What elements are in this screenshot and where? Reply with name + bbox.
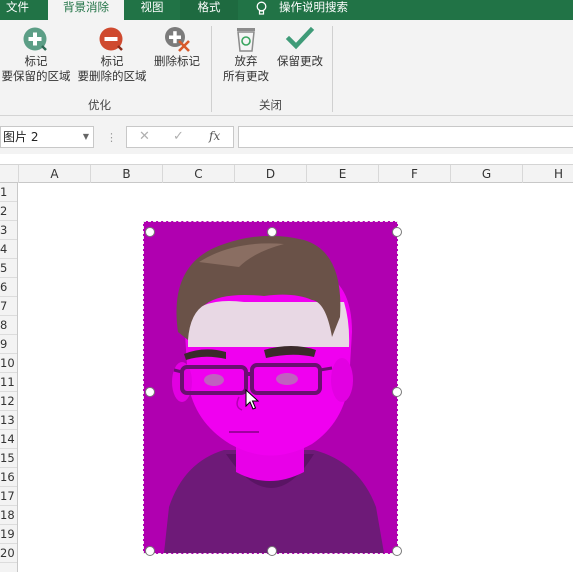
row-header[interactable]: 20 xyxy=(0,544,17,563)
column-headers: A B C D E F G H xyxy=(0,164,573,183)
row-header[interactable]: 17 xyxy=(0,487,17,506)
discard-label-1: 放弃 xyxy=(234,54,258,68)
mark-areas-to-remove-button[interactable]: 标记 要删除的区域 xyxy=(76,24,148,94)
recycle-bin-icon xyxy=(237,28,255,52)
column-header-a[interactable]: A xyxy=(18,165,90,183)
delete-mark-button[interactable]: 删除标记 xyxy=(150,24,204,94)
mark-keep-label-2: 要保留的区域 xyxy=(1,69,71,83)
mouse-pointer-icon xyxy=(245,389,259,410)
avatar-illustration xyxy=(144,222,397,553)
formula-buttons: ✕ ✓ fx xyxy=(126,126,234,148)
mark-keep-label-1: 标记 xyxy=(24,54,48,68)
tab-file[interactable]: 文件 xyxy=(6,0,29,20)
column-header-e[interactable]: E xyxy=(306,165,378,183)
row-header[interactable]: 6 xyxy=(0,278,17,297)
mark-areas-to-keep-button[interactable]: 标记 要保留的区域 xyxy=(0,24,72,94)
column-header-d[interactable]: D xyxy=(234,165,306,183)
insert-function-icon[interactable]: fx xyxy=(209,129,220,143)
tab-format[interactable]: 格式 xyxy=(180,0,238,20)
column-header-g[interactable]: G xyxy=(450,165,522,183)
row-header[interactable]: 5 xyxy=(0,259,17,278)
discard-label-2: 所有更改 xyxy=(223,69,269,83)
group-separator xyxy=(332,26,333,112)
cancel-icon[interactable]: ✕ xyxy=(139,129,150,144)
row-header[interactable]: 10 xyxy=(0,354,17,373)
delete-mark-label: 删除标记 xyxy=(154,54,200,68)
row-header[interactable]: 13 xyxy=(0,411,17,430)
mark-remove-label-2: 要删除的区域 xyxy=(77,69,147,83)
formula-input[interactable] xyxy=(238,126,573,148)
resize-handle-top-right[interactable] xyxy=(392,227,402,237)
group-label-close: 关闭 xyxy=(259,98,282,112)
picture-selection[interactable] xyxy=(143,221,402,556)
mark-remove-label-1: 标记 xyxy=(100,54,124,68)
row-header[interactable]: 9 xyxy=(0,335,17,354)
tell-me-search[interactable]: 操作说明搜索 xyxy=(279,0,348,20)
ribbon-panel: 标记 要保留的区域 标记 要删除的区域 删除标记 放弃 所有更改 保留更改 优化… xyxy=(0,20,573,116)
column-header-b[interactable]: B xyxy=(90,165,162,183)
row-headers: 1 2 3 4 5 6 7 8 9 10 11 12 13 14 15 16 1… xyxy=(0,183,18,572)
row-header[interactable]: 7 xyxy=(0,297,17,316)
column-header-h[interactable]: H xyxy=(522,165,573,183)
row-header[interactable]: 2 xyxy=(0,202,17,221)
row-header[interactable]: 15 xyxy=(0,449,17,468)
row-header[interactable]: 12 xyxy=(0,392,17,411)
keep-changes-label: 保留更改 xyxy=(277,54,323,68)
row-header[interactable]: 4 xyxy=(0,240,17,259)
ribbon-tab-bar: 文件 背景消除 视图 格式 操作说明搜索 xyxy=(0,0,573,20)
resize-handle-bottom-left[interactable] xyxy=(145,546,155,556)
resize-handle-top[interactable] xyxy=(267,227,277,237)
column-header-f[interactable]: F xyxy=(378,165,450,183)
row-header[interactable]: 14 xyxy=(0,430,17,449)
minus-circle-icon xyxy=(99,27,123,51)
name-box[interactable]: 图片 2 ▼ xyxy=(0,126,94,148)
row-header[interactable]: 11 xyxy=(0,373,17,392)
discard-all-changes-button[interactable]: 放弃 所有更改 xyxy=(220,24,272,94)
row-header[interactable]: 19 xyxy=(0,525,17,544)
group-label-optimize: 优化 xyxy=(88,98,111,112)
delete-mark-icon xyxy=(165,27,190,52)
tab-background-removal[interactable]: 背景消除 xyxy=(48,0,124,20)
row-header[interactable]: 8 xyxy=(0,316,17,335)
formula-bar: 图片 2 ▼ ⋮ ✕ ✓ fx xyxy=(0,116,573,154)
column-header-c[interactable]: C xyxy=(162,165,234,183)
resize-handle-right[interactable] xyxy=(392,387,402,397)
resize-handle-top-left[interactable] xyxy=(145,227,155,237)
enter-icon[interactable]: ✓ xyxy=(173,129,184,144)
group-separator xyxy=(211,26,212,112)
row-header[interactable]: 18 xyxy=(0,506,17,525)
row-header[interactable]: 16 xyxy=(0,468,17,487)
resize-handle-bottom-right[interactable] xyxy=(392,546,402,556)
resize-handle-bottom[interactable] xyxy=(267,546,277,556)
tab-view[interactable]: 视图 xyxy=(126,0,178,20)
formula-bar-grip-icon[interactable]: ⋮ xyxy=(106,131,117,144)
row-header[interactable]: 1 xyxy=(0,183,17,202)
keep-changes-button[interactable]: 保留更改 xyxy=(274,24,326,94)
resize-handle-left[interactable] xyxy=(145,387,155,397)
chevron-down-icon[interactable]: ▼ xyxy=(83,127,89,147)
check-icon xyxy=(285,26,315,50)
row-header[interactable]: 3 xyxy=(0,221,17,240)
plus-circle-icon xyxy=(23,27,47,51)
name-box-value: 图片 2 xyxy=(3,130,39,144)
lightbulb-icon xyxy=(256,1,267,15)
